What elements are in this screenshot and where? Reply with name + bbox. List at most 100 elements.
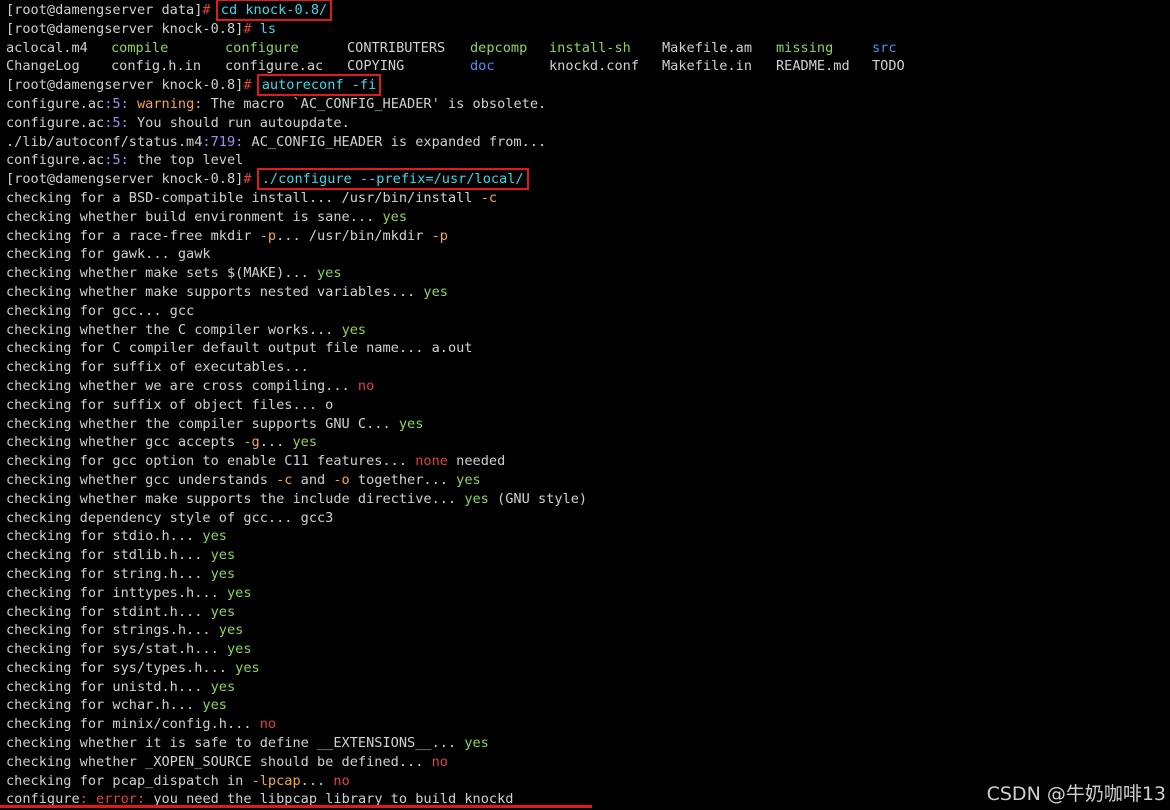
file-entry: CONTRIBUTERS [347, 39, 446, 56]
directory-entry: src [872, 39, 897, 56]
terminal-text: and [292, 471, 334, 488]
terminal-text: [root@damengserver knock-0.8] [6, 77, 244, 94]
terminal-text: ... [259, 434, 293, 451]
directory-entry: doc [470, 58, 495, 75]
terminal-text: yes [210, 603, 236, 620]
terminal-line: checking for a BSD-compatible install...… [6, 189, 1170, 208]
terminal-line: checking for C compiler default output f… [6, 339, 1170, 358]
terminal-line: checking for stdlib.h... yes [6, 546, 1170, 565]
file-entry: config.h.in [111, 58, 202, 75]
terminal-text: warning: [136, 95, 211, 112]
terminal-line: checking for suffix of executables... [6, 358, 1170, 377]
terminal-line: checking whether gcc understands -c and … [6, 471, 1170, 490]
terminal-text: The macro `AC_CONFIG_HEADER' is obsolete… [210, 95, 547, 112]
terminal-text: checking for pcap_dispatch in [6, 772, 252, 789]
terminal-text: You should run autoupdate. [136, 114, 350, 131]
terminal-line: checking whether the compiler supports G… [6, 415, 1170, 434]
terminal-line: checking whether _XOPEN_SOURCE should be… [6, 753, 1170, 772]
terminal-text: checking whether gcc understands [6, 471, 277, 488]
terminal-text: # [243, 171, 260, 188]
terminal-line: [root@damengserver data]# cd knock-0.8/ [6, 0, 1170, 21]
highlighted-command: ./configure --prefix=/usr/local/ [256, 168, 529, 191]
terminal-line: configure.ac:5: the top level [6, 151, 1170, 170]
terminal-text: checking for unistd.h... [6, 678, 211, 695]
terminal-text: checking for inttypes.h... [6, 584, 227, 601]
terminal-text: checking for stdio.h... [6, 528, 203, 545]
terminal-text: [root@damengserver knock-0.8] [6, 20, 244, 37]
terminal-text: yes [423, 283, 448, 300]
terminal-text: (GNU style) [488, 490, 588, 507]
file-entry: missing [776, 39, 834, 56]
terminal-text: -c [480, 189, 498, 206]
terminal-line: checking for sys/stat.h... yes [6, 640, 1170, 659]
terminal-line: checking for unistd.h... yes [6, 678, 1170, 697]
file-entry: configure.ac [225, 58, 324, 75]
highlighted-command: cd knock-0.8/ [215, 0, 333, 21]
terminal-text: checking whether gcc accepts [6, 434, 244, 451]
terminal-text: no [357, 377, 375, 394]
terminal-text: checking for wchar.h... [6, 697, 203, 714]
terminal-line: checking for stdio.h... yes [6, 527, 1170, 546]
terminal-text: configure.ac [6, 95, 105, 112]
terminal-text: ./lib/autoconf/status.m4 [6, 133, 203, 150]
terminal-output[interactable]: [root@damengserver data]# cd knock-0.8/[… [6, 0, 1170, 809]
terminal-text: configure.ac [6, 152, 105, 169]
terminal-text: checking whether the C compiler works... [6, 321, 342, 338]
terminal-text: checking for a race-free mkdir [6, 227, 260, 244]
terminal-text: [root@damengserver knock-0.8] [6, 171, 244, 188]
terminal-text: no [333, 772, 350, 789]
terminal-text: :719: [202, 133, 252, 150]
terminal-line: checking for string.h... yes [6, 565, 1170, 584]
terminal-line: [root@damengserver knock-0.8]# ./configu… [6, 168, 1170, 191]
terminal-line: checking for minix/config.h... no [6, 715, 1170, 734]
terminal-line: [root@damengserver knock-0.8]# ls [6, 20, 1170, 39]
terminal-text: -p [259, 227, 277, 244]
terminal-text: yes [202, 528, 227, 545]
terminal-line: checking for a race-free mkdir -p... /us… [6, 227, 1170, 246]
file-entry: TODO [872, 58, 905, 75]
terminal-line: checking for strings.h... yes [6, 621, 1170, 640]
terminal-line: checking whether we are cross compiling.… [6, 377, 1170, 396]
terminal-text: checking for gcc... gcc [6, 302, 195, 319]
terminal-text: yes [317, 265, 342, 282]
terminal-line: configure.ac:5: You should run autoupdat… [6, 114, 1170, 133]
terminal-text: yes [202, 697, 227, 714]
terminal-text: checking whether build environment is sa… [6, 208, 383, 225]
terminal-text: checking for a BSD-compatible install...… [6, 189, 481, 206]
file-entry: knockd.conf [549, 58, 640, 75]
file-entry: ChangeLog [6, 58, 80, 75]
file-entry: install-sh [549, 39, 631, 56]
file-entry: compile [111, 39, 169, 56]
terminal-text: no [431, 753, 448, 770]
terminal-line: checking for gcc... gcc [6, 302, 1170, 321]
terminal-text: # [202, 2, 219, 18]
terminal-text: -c [276, 471, 293, 488]
file-entry: README.md [776, 58, 850, 75]
terminal-text: ls [259, 20, 277, 37]
terminal-text: needed [447, 453, 506, 470]
terminal-text: yes [235, 659, 260, 676]
terminal-text: yes [226, 584, 252, 601]
terminal-line: checking for inttypes.h... yes [6, 584, 1170, 603]
terminal-text: :5: [104, 114, 137, 131]
terminal-text: AC_CONFIG_HEADER is expanded from... [251, 133, 547, 150]
error-underline-highlight [0, 805, 592, 808]
terminal-line: checking for suffix of object files... o [6, 396, 1170, 415]
terminal-text: yes [382, 208, 408, 225]
terminal-line: checking whether make supports the inclu… [6, 490, 1170, 509]
terminal-text: yes [226, 641, 252, 658]
terminal-text: the top level [136, 152, 244, 169]
terminal-text: # [243, 20, 260, 37]
terminal-text: yes [210, 547, 236, 564]
terminal-text: yes [464, 490, 489, 507]
terminal-text: -g [243, 434, 260, 451]
terminal-text: none [415, 453, 448, 470]
terminal-text: checking whether the compiler supports G… [6, 415, 399, 432]
file-entry: Makefile.in [662, 58, 753, 75]
terminal-text: checking for suffix of object files... o [6, 396, 334, 413]
terminal-text: ... /usr/bin/mkdir [276, 227, 432, 244]
terminal-text: checking for sys/stat.h... [6, 641, 227, 658]
file-entry: Makefile.am [662, 39, 753, 56]
terminal-line: configure.ac:5: warning: The macro `AC_C… [6, 95, 1170, 114]
terminal-text: checking for minix/config.h... [6, 716, 260, 733]
